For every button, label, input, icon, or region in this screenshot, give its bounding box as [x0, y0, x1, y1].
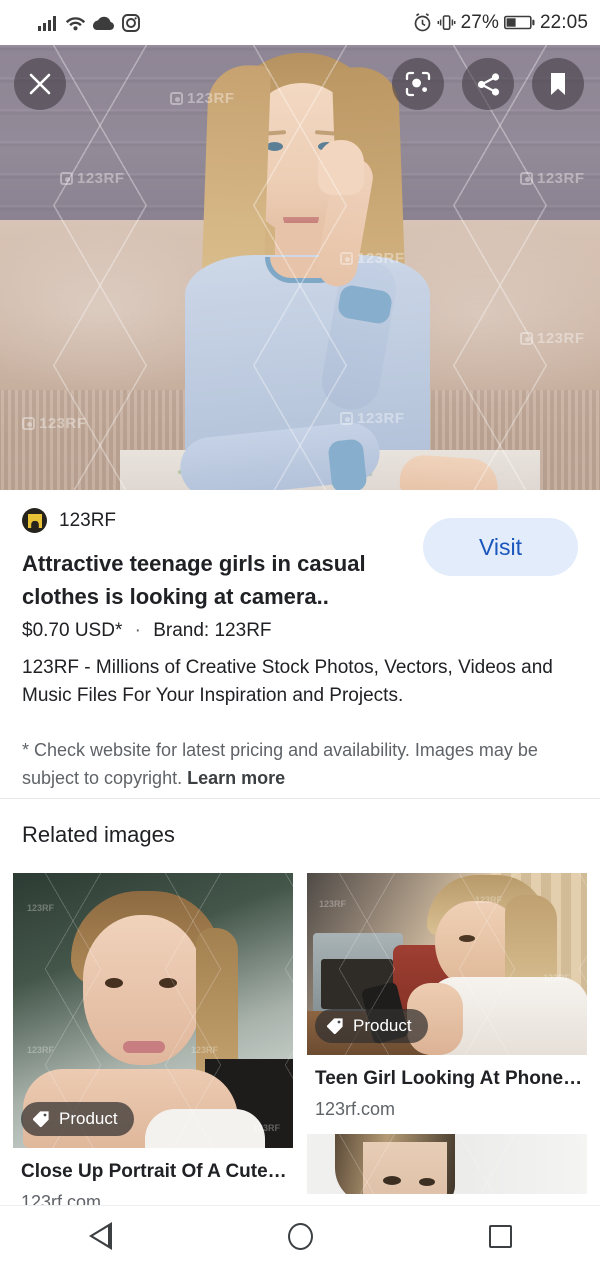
watermark-label: 123RF: [191, 1045, 219, 1055]
watermark-label: 123RF: [340, 250, 405, 267]
product-badge: Product: [315, 1009, 428, 1043]
alarm-icon: [414, 13, 430, 32]
share-icon: [477, 72, 499, 96]
visit-button[interactable]: Visit: [423, 518, 578, 576]
status-bar-right: 27% 22:05: [413, 12, 588, 34]
related-card[interactable]: 123RF 123RF 123RF Product Teen Girl Look…: [307, 873, 587, 1120]
separator-dot: ·: [134, 620, 141, 641]
learn-more-link[interactable]: Learn more: [187, 768, 285, 788]
brand-label: Brand: 123RF: [153, 620, 272, 641]
recents-button[interactable]: [460, 1206, 540, 1266]
vibrate-icon: [437, 15, 456, 30]
related-card[interactable]: [307, 1134, 587, 1194]
wifi-icon: [65, 17, 86, 31]
related-card[interactable]: 123RF 123RF 123RF 123RF Product Close Up…: [13, 873, 293, 1213]
status-bar-left: [38, 13, 140, 32]
section-divider: [0, 798, 600, 799]
123rf-logo-icon: [22, 508, 47, 533]
watermark-label: 123RF: [22, 415, 87, 432]
battery-percent-label: 27%: [460, 11, 499, 33]
back-triangle-icon: [88, 1222, 112, 1250]
related-caption: Close Up Portrait Of A Cute Li…: [21, 1161, 289, 1182]
thumb-shirt: [145, 1109, 265, 1148]
watermark-label: 123RF: [27, 1045, 55, 1055]
product-description: 123RF - Millions of Creative Stock Photo…: [22, 657, 553, 706]
price-label: $0.70 USD*: [22, 620, 123, 641]
home-button[interactable]: [260, 1206, 340, 1266]
related-images-heading: Related images: [22, 822, 175, 847]
related-column-left: 123RF 123RF 123RF 123RF Product Close Up…: [13, 873, 293, 1221]
android-nav-bar: [0, 1205, 600, 1266]
related-domain: 123rf.com: [315, 1099, 396, 1119]
watermark-label: 123RF: [475, 895, 503, 905]
thumb-eye-right: [159, 978, 177, 988]
product-badge-label: Product: [353, 1016, 412, 1035]
home-circle-icon: [287, 1222, 313, 1250]
visit-button-label: Visit: [478, 533, 523, 560]
watermark-label: 123RF: [27, 903, 55, 913]
bookmark-icon: [551, 73, 565, 95]
watermark-label: 123RF: [543, 973, 571, 983]
status-bar: 27% 22:05: [0, 0, 600, 45]
clock-label: 22:05: [539, 11, 588, 33]
tag-icon: [32, 1111, 49, 1128]
watermark-label: 123RF: [170, 90, 235, 107]
source-name-label: 123RF: [59, 509, 117, 531]
tag-icon: [326, 1018, 343, 1035]
back-button[interactable]: [60, 1206, 140, 1266]
watermark-label: 123RF: [340, 410, 405, 427]
close-icon: [29, 73, 51, 95]
watermark-label: 123RF: [319, 899, 347, 909]
thumb-eye: [459, 935, 475, 942]
price-brand-row: $0.70 USD* · Brand: 123RF: [22, 620, 578, 642]
instagram-icon: [122, 13, 140, 32]
bookmark-button[interactable]: [532, 58, 584, 110]
watermark-label: 123RF: [520, 170, 585, 187]
related-thumbnail[interactable]: 123RF 123RF 123RF Product: [307, 873, 587, 1055]
hero-product-image[interactable]: 123RF 123RF 123RF 123RF 123RF 123RF 123R…: [0, 45, 600, 490]
watermark-label: 123RF: [60, 170, 125, 187]
close-button[interactable]: [14, 58, 66, 110]
related-caption: Teen Girl Looking At Phone S…: [315, 1068, 583, 1089]
share-button[interactable]: [462, 58, 514, 110]
thumb-eye-left: [105, 978, 123, 988]
signal-bars-icon: [38, 15, 56, 31]
thumb-eye-right: [419, 1178, 435, 1186]
thumb-mouth: [123, 1041, 165, 1053]
related-thumbnail[interactable]: 123RF 123RF 123RF 123RF Product: [13, 873, 293, 1148]
related-thumbnail[interactable]: [307, 1134, 587, 1194]
thumb-face: [363, 1142, 447, 1194]
battery-icon: [503, 15, 535, 30]
hero-subject-cuff-lower: [327, 438, 368, 490]
cloud-icon: [93, 16, 114, 30]
hero-subject-eye-left: [266, 142, 283, 151]
phone-screen: 27% 22:05 123RF 123RF 123RF 123RF 123RF …: [0, 0, 600, 1266]
watermark-label: 123RF: [520, 330, 585, 347]
pricing-disclaimer: * Check website for latest pricing and a…: [22, 736, 574, 792]
google-lens-icon: [405, 71, 431, 97]
product-badge-label: Product: [59, 1109, 118, 1128]
hero-subject-hand: [318, 140, 364, 195]
watermark-label: 123RF: [253, 1123, 281, 1133]
related-column-right: 123RF 123RF 123RF Product Teen Girl Look…: [307, 873, 587, 1202]
recents-square-icon: [488, 1224, 512, 1248]
product-info-panel: 123RF Visit Attractive teenage girls in …: [0, 490, 600, 792]
lens-button[interactable]: [392, 58, 444, 110]
product-title: Attractive teenage girls in casual cloth…: [22, 551, 366, 609]
product-badge: Product: [21, 1102, 134, 1136]
thumb-eye-left: [383, 1176, 401, 1185]
